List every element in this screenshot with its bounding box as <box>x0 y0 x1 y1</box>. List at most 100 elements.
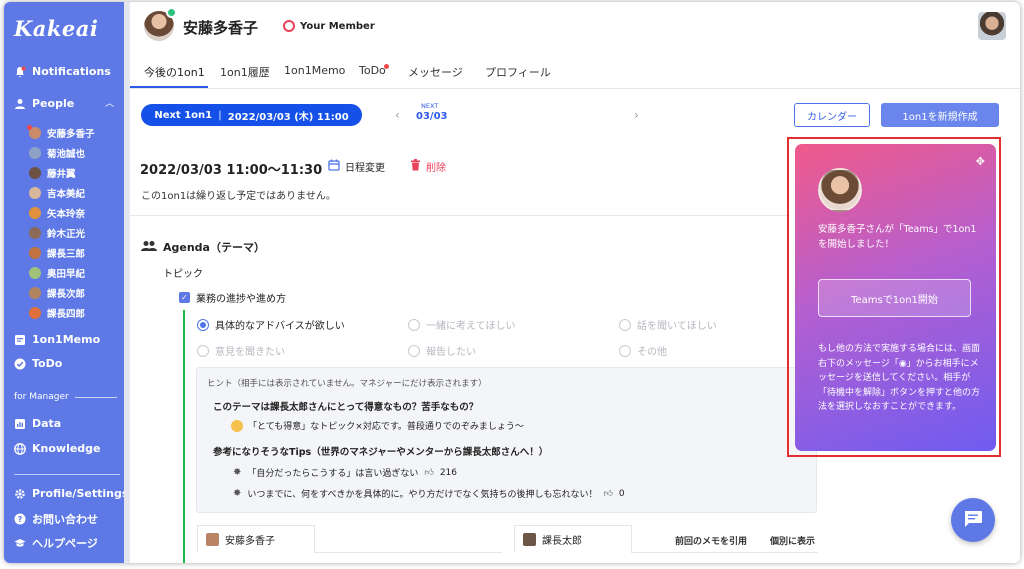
sidebar: Kakeai Notifications People ︿ 安藤多香子 菊池誠也… <box>4 2 128 563</box>
trash-icon <box>410 159 421 174</box>
topic-label: トピック <box>163 269 203 280</box>
option-label: 話を聞いてほしい <box>637 321 717 332</box>
sidebar-item-profile-settings[interactable]: Profile/Settings <box>14 487 128 500</box>
tab-profile[interactable]: プロフィール <box>485 64 551 80</box>
option-radio[interactable]: 具体的なアドバイスが欲しい <box>197 317 345 332</box>
sidebar-member[interactable]: 課長四郎 <box>29 306 85 320</box>
memo-tab-member[interactable]: 安藤多香子 <box>197 525 315 553</box>
next-date: 03/03 <box>416 111 448 122</box>
chart-icon <box>14 418 26 430</box>
option-radio[interactable]: 話を聞いてほしい <box>619 317 717 332</box>
tip-text: いつまでに、何をすべきかを具体的に。やり方だけでなく気持ちの後押しも忘れない！ <box>247 490 598 500</box>
panel-note: もし他の方法で実施する場合には、画面右下のメッセージ「◉」からお相手にメッセージ… <box>818 344 981 412</box>
tab-1on1-history[interactable]: 1on1履歴 <box>220 64 270 80</box>
bell-icon <box>14 66 26 78</box>
page-title: 安藤多香子 <box>183 19 259 37</box>
tab-upcoming-1on1[interactable]: 今後の1on1 <box>144 64 205 80</box>
graduation-cap-icon <box>14 537 26 549</box>
next-1on1-pill[interactable]: Next 1on1 | 2022/03/03 (木) 11:00 <box>141 104 362 126</box>
tab-messages[interactable]: メッセージ <box>408 64 463 80</box>
tip-item: ✸ いつまでに、何をすべきかを具体的に。やり方だけでなく気持ちの後押しも忘れない… <box>233 487 625 500</box>
svg-text:?: ? <box>18 515 23 524</box>
thumbs-up-icon[interactable]: 👍︎ <box>424 468 433 478</box>
avatar <box>29 227 41 239</box>
hint-question: このテーマは課長太郎さんにとって得意なもの？苦手なもの？ <box>213 402 479 413</box>
option-radio[interactable]: 報告したい <box>408 343 476 358</box>
sidebar-member[interactable]: 奥田早紀 <box>29 266 85 280</box>
chevron-up-icon[interactable]: ︿ <box>105 96 114 109</box>
sidebar-item-label: ヘルプページ <box>32 537 98 550</box>
avatar <box>29 287 41 299</box>
sidebar-member[interactable]: 藤井翼 <box>29 166 76 180</box>
calendar-button[interactable]: カレンダー <box>794 103 870 127</box>
sidebar-member[interactable]: 課長三郎 <box>29 246 85 260</box>
avatar <box>29 267 41 279</box>
chevron-left-icon[interactable]: ‹ <box>395 108 400 122</box>
member-badge: Your Member <box>283 20 375 32</box>
gear-icon <box>14 488 26 500</box>
no-repeat-note: この1on1は繰り返し予定ではありません。 <box>141 191 336 202</box>
sidebar-item-help[interactable]: ヘルプページ <box>14 535 98 551</box>
calendar-icon <box>328 159 340 174</box>
sidebar-item-people[interactable]: People <box>14 97 74 110</box>
active-tab-indicator <box>130 86 208 88</box>
option-radio[interactable]: その他 <box>619 343 667 358</box>
section-for-manager: for Manager <box>14 392 117 402</box>
radio-icon <box>408 318 420 331</box>
avatar <box>29 307 41 319</box>
tip-item: ✸ 「自分だったらこうする」は言い過ぎない 👍︎ 216 <box>233 466 457 479</box>
next-datetime: 2022/03/03 (木) 11:00 <box>227 111 349 123</box>
member-name: 課長次郎 <box>47 289 86 300</box>
lightbulb-icon: ✸ <box>233 467 242 478</box>
current-user-avatar[interactable] <box>978 12 1006 40</box>
globe-icon <box>14 442 26 455</box>
memo-tab-manager[interactable]: 課長太郎 <box>514 525 632 553</box>
topic-name: 業務の進捗や進め方 <box>196 294 286 305</box>
chevron-right-icon[interactable]: › <box>634 108 639 122</box>
message-fab-button[interactable] <box>951 498 995 542</box>
sidebar-item-knowledge[interactable]: Knowledge <box>14 442 101 455</box>
sidebar-item-1on1memo[interactable]: 1on1Memo <box>14 333 100 346</box>
memo-icon <box>14 334 26 346</box>
member-name: 菊池誠也 <box>47 149 86 160</box>
drag-handle-icon[interactable]: ✥ <box>976 155 985 168</box>
reschedule-button[interactable]: 日程変更 <box>328 159 385 174</box>
show-individual-link[interactable]: 個別に表示 <box>770 534 815 547</box>
radio-icon <box>408 344 420 357</box>
sidebar-member[interactable]: 課長次郎 <box>29 286 85 300</box>
section-label: for Manager <box>14 392 69 402</box>
topic-checkbox[interactable]: ✓ 業務の進捗や進め方 <box>179 290 286 305</box>
divider <box>130 215 790 216</box>
sidebar-item-label: People <box>32 97 75 110</box>
sidebar-item-data[interactable]: Data <box>14 417 61 430</box>
quote-previous-memo-link[interactable]: 前回のメモを引用 <box>675 534 747 547</box>
teams-start-button[interactable]: Teamsで1on1開始 <box>818 279 971 317</box>
sidebar-member[interactable]: 安藤多香子 <box>27 125 95 140</box>
sidebar-member[interactable]: 菊池誠也 <box>29 146 85 160</box>
sidebar-item-notifications[interactable]: Notifications <box>14 65 111 78</box>
sidebar-member[interactable]: 鈴木正光 <box>29 226 85 240</box>
tab-1on1memo[interactable]: 1on1Memo <box>284 64 345 77</box>
divider <box>632 552 818 553</box>
avatar <box>29 207 41 219</box>
delete-button[interactable]: 削除 <box>410 159 446 174</box>
create-1on1-button[interactable]: 1on1を新規作成 <box>881 103 999 127</box>
sidebar-item-contact[interactable]: ? お問い合わせ <box>14 511 98 527</box>
option-radio[interactable]: 一緒に考えてほしい <box>408 317 516 332</box>
sidebar-member[interactable]: 矢本玲奈 <box>29 206 85 220</box>
smile-emoji-icon <box>231 419 243 432</box>
option-radio[interactable]: 意見を聞きたい <box>197 343 285 358</box>
like-count: 0 <box>618 488 625 499</box>
divider <box>74 396 117 398</box>
sidebar-member[interactable]: 吉本美紀 <box>29 186 85 200</box>
meeting-datetime: 2022/03/03 11:00〜11:30 <box>140 163 323 178</box>
thumbs-up-icon[interactable]: 👍︎ <box>604 489 613 499</box>
tab-todo[interactable]: ToDo <box>359 64 386 77</box>
tip-text: 「自分だったらこうする」は言い過ぎない <box>247 469 419 479</box>
progress-line <box>183 310 185 563</box>
sidebar-item-label: ToDo <box>32 357 63 370</box>
sidebar-item-todo[interactable]: ToDo <box>14 357 62 370</box>
radio-icon <box>197 318 209 331</box>
member-name: 奥田早紀 <box>47 269 86 280</box>
online-status-dot <box>166 7 177 18</box>
